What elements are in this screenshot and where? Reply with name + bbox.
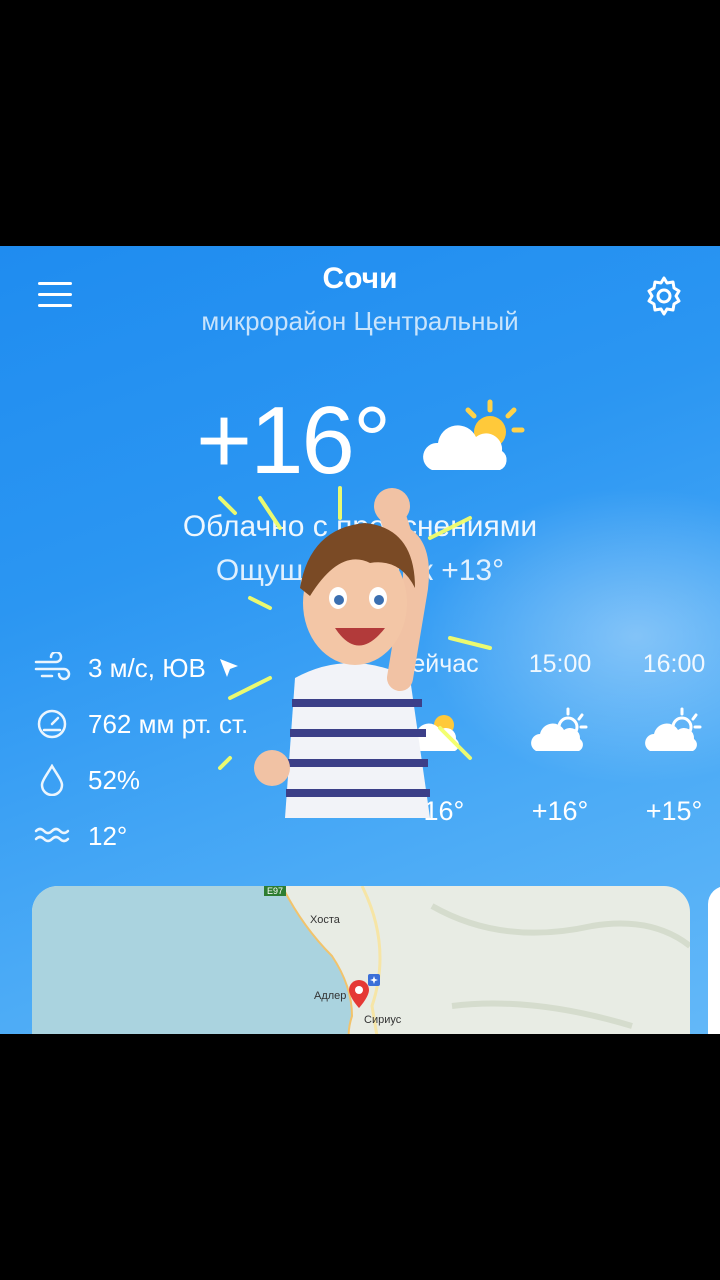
hour-time: 16:00 <box>642 650 706 678</box>
map-label: Адлер <box>314 990 347 1002</box>
district-subtitle[interactable]: микрорайон Центральный <box>0 306 720 337</box>
partly-cloudy-icon <box>531 707 588 751</box>
wind-value: 3 м/с, ЮВ <box>88 652 206 683</box>
map-image <box>32 886 690 1034</box>
hour-temp: +16° <box>531 796 589 826</box>
hourly-item[interactable]: 15:00 +16° <box>510 650 610 827</box>
wind-icon <box>34 652 71 681</box>
avatar-sticker <box>218 486 492 818</box>
water-waves-icon <box>34 827 70 843</box>
location-pin-icon <box>349 980 369 1008</box>
next-card-peek[interactable] <box>708 886 720 1034</box>
pressure-gauge-icon <box>37 709 67 739</box>
weather-screen: Сочи микрорайон Центральный +16° Облачно… <box>0 246 720 1034</box>
hour-temp: +15° <box>645 796 703 826</box>
airport-icon <box>368 974 380 986</box>
hourly-item[interactable]: 16:00 +15° <box>624 650 720 827</box>
hour-time: 15:00 <box>528 650 592 678</box>
road-badge: E97 <box>264 886 287 896</box>
map-label: Хоста <box>310 914 340 926</box>
map-card[interactable]: E97 Хоста Адлер Сириус <box>32 886 690 1034</box>
water-temp-value: 12° <box>88 820 128 851</box>
settings-gear-icon[interactable] <box>640 272 688 320</box>
map-label: Сириус <box>364 1014 402 1026</box>
partly-cloudy-icon <box>645 707 702 751</box>
partly-cloudy-icon <box>423 399 525 470</box>
humidity-drop-icon <box>40 764 64 796</box>
humidity-value: 52% <box>88 764 141 795</box>
city-title[interactable]: Сочи <box>0 262 720 296</box>
